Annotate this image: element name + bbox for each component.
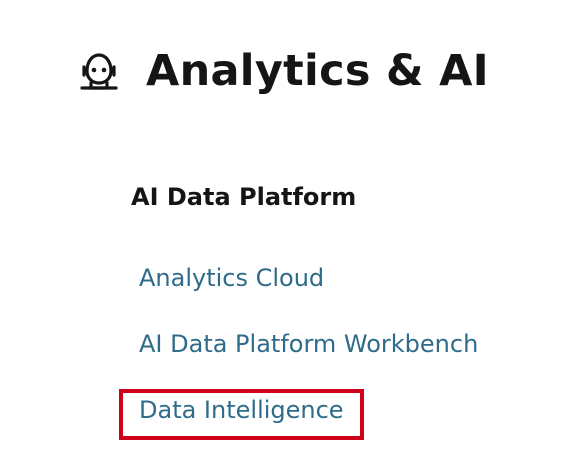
page-title: Analytics & AI xyxy=(146,45,489,96)
robot-head-icon xyxy=(80,53,118,90)
analytics-cloud-link[interactable]: Analytics Cloud xyxy=(139,264,324,293)
page-header: Analytics & AI xyxy=(78,40,489,102)
ai-data-platform-workbench-link[interactable]: AI Data Platform Workbench xyxy=(139,330,478,359)
section-title: AI Data Platform xyxy=(131,183,357,211)
data-intelligence-link[interactable]: Data Intelligence xyxy=(139,396,344,425)
